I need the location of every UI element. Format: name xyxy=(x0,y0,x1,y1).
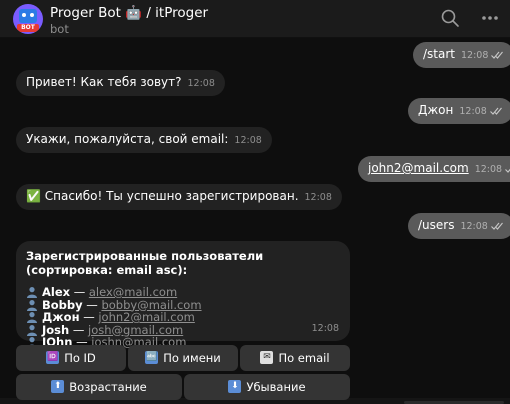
message-text: /users xyxy=(418,218,455,232)
keyboard-button-label: По email xyxy=(278,351,330,365)
message-text: /start xyxy=(423,47,455,61)
read-ticks-icon xyxy=(491,51,504,59)
message-time: 12:08 xyxy=(311,323,339,334)
user-silhouette-icon xyxy=(27,324,37,336)
chat-title: Proger Bot 🤖 / itProger xyxy=(50,5,209,21)
id-emoji-icon: 🆔 xyxy=(46,351,60,364)
email-emoji-icon: ✉ xyxy=(260,351,274,364)
keyboard-button-email[interactable]: ✉ По email xyxy=(240,345,350,371)
bot-avatar[interactable]: BOT xyxy=(13,4,43,34)
users-list: Alex — alex@mail.com Bobby — bobby@mail.c… xyxy=(26,286,340,349)
user-row: Alex — alex@mail.com xyxy=(26,286,340,299)
chat-title-block[interactable]: Proger Bot 🤖 / itProger bot xyxy=(50,5,208,36)
keyboard-button-up-arrow[interactable]: ⬆ Возрастание xyxy=(16,374,182,400)
user-email-link[interactable]: john2@mail.com xyxy=(98,311,194,324)
read-ticks-icon xyxy=(490,222,503,230)
message-outgoing: /start 12:08 xyxy=(413,42,510,68)
users-list-message: Зарегистрированные пользователи (сортиро… xyxy=(16,241,350,349)
keyboard-button-label: Убывание xyxy=(246,380,306,394)
user-email-link[interactable]: alex@mail.com xyxy=(89,286,177,299)
message-text: ✅ Спасибо! Ты успешно зарегистрирован. xyxy=(26,189,299,203)
keyboard-button-abc[interactable]: 🔤 По имени xyxy=(128,345,238,371)
message-time: 12:08 xyxy=(187,78,215,89)
user-silhouette-icon xyxy=(27,299,37,311)
read-ticks-icon xyxy=(489,107,502,115)
robot-eye-right xyxy=(30,13,34,17)
more-options-icon[interactable] xyxy=(480,8,500,28)
message-time: 12:08 xyxy=(234,135,262,146)
read-ticks-icon xyxy=(505,168,510,173)
users-list-heading: Зарегистрированные пользователи (сортиро… xyxy=(26,249,264,277)
message-time: 12:08 xyxy=(459,106,487,117)
user-silhouette-icon xyxy=(27,312,37,324)
user-row: Джон — john2@mail.com xyxy=(26,311,340,324)
keyboard-button-id[interactable]: 🆔 По ID xyxy=(16,345,126,371)
abc-emoji-icon: 🔤 xyxy=(145,351,159,364)
message-outgoing: /users 12:08 xyxy=(408,213,510,239)
message-text: Привет! Как тебя зовут? xyxy=(26,75,182,89)
message-text: Укажи, пожалуйста, свой email: xyxy=(26,132,229,146)
avatar-bot-tag: BOT xyxy=(17,24,39,32)
keyboard-button-label: По имени xyxy=(163,351,221,365)
up-arrow-emoji-icon: ⬆ xyxy=(51,380,65,393)
chat-header: BOT Proger Bot 🤖 / itProger bot xyxy=(0,0,510,38)
robot-eye-left xyxy=(22,13,26,17)
user-silhouette-icon xyxy=(27,287,37,299)
search-icon[interactable] xyxy=(440,8,460,28)
user-name: Alex xyxy=(42,285,71,299)
keyboard-button-down-arrow[interactable]: ⬇ Убывание xyxy=(184,374,350,400)
user-separator: — xyxy=(79,310,99,324)
keyboard-button-label: По ID xyxy=(64,351,96,365)
message-incoming: Привет! Как тебя зовут? 12:08 xyxy=(16,70,225,96)
message-incoming: Укажи, пожалуйста, свой email: 12:08 xyxy=(16,127,272,153)
keyboard-button-label: Возрастание xyxy=(69,380,147,394)
message-text: Джон xyxy=(418,103,454,117)
message-outgoing: Джон 12:08 xyxy=(408,98,510,124)
message-time: 12:08 xyxy=(461,50,489,61)
message-incoming: ✅ Спасибо! Ты успешно зарегистрирован. 12… xyxy=(16,184,342,210)
user-name: Джон xyxy=(42,310,80,324)
email-link[interactable]: john2@mail.com xyxy=(368,161,469,175)
down-arrow-emoji-icon: ⬇ xyxy=(228,380,242,393)
message-outgoing: john2@mail.com 12:08 xyxy=(358,156,510,182)
message-time: 12:08 xyxy=(460,221,488,232)
chat-subtitle: bot xyxy=(50,22,69,36)
robot-icon xyxy=(19,9,37,23)
user-separator: — xyxy=(70,285,89,299)
message-time: 12:08 xyxy=(304,192,332,203)
message-time: 12:08 xyxy=(474,164,503,175)
